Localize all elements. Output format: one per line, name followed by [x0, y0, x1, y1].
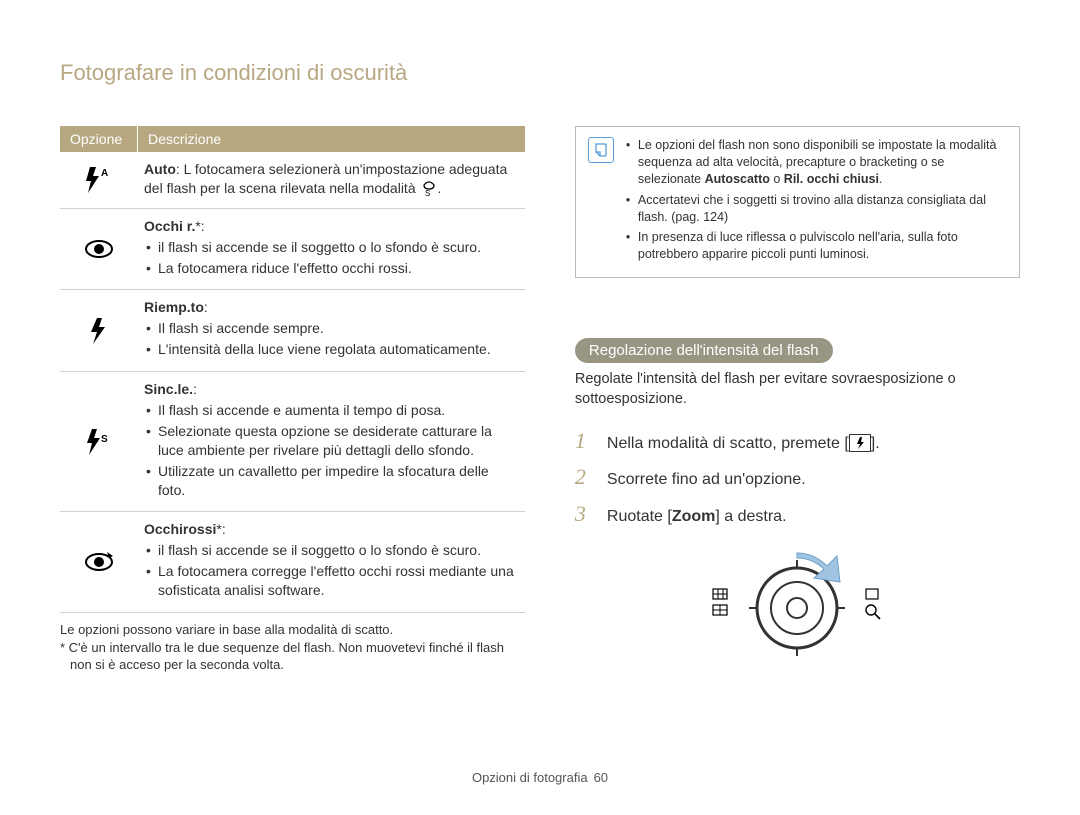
redeye-icon: [60, 209, 138, 290]
footnotes: Le opzioni possono variare in base alla …: [60, 621, 525, 674]
single-zoom-right-icon: [862, 583, 884, 623]
smart-mode-icon: S: [420, 181, 438, 197]
table-row: S Sinc.le.: Il flash si accende e aument…: [60, 372, 525, 512]
step-3: 3 Ruotate [Zoom] a destra.: [575, 501, 1020, 528]
zoom-dial-illustration: [575, 548, 1020, 658]
note-item: In presenza di luce riflessa o pulviscol…: [626, 229, 1007, 263]
page-footer: Opzioni di fotografia60: [0, 770, 1080, 785]
step-1: 1 Nella modalità di scatto, premete [ ].: [575, 428, 1020, 455]
sinc-desc: Sinc.le.: Il flash si accende e aumenta …: [138, 372, 525, 511]
flash-fill-icon: [60, 290, 138, 371]
table-row: Occhirossi*: il flash si accende se il s…: [60, 512, 525, 613]
step-2: 2 Scorrete fino ad un'opzione.: [575, 464, 1020, 491]
svg-text:S: S: [101, 434, 108, 445]
flash-slow-sync-icon: S: [60, 372, 138, 511]
occhirossi-desc: Occhirossi*: il flash si accende se il s…: [138, 512, 525, 612]
redeye-fix-icon: [60, 512, 138, 612]
table-row: Occhi r.*: il flash si accende se il sog…: [60, 209, 525, 291]
table-row: A Auto: L fotocamera selezionerà un'impo…: [60, 152, 525, 209]
steps-list: 1 Nella modalità di scatto, premete [ ].…: [575, 428, 1020, 528]
svg-text:A: A: [101, 168, 108, 179]
options-table-container: Opzione Descrizione A Auto: L fotocamera…: [60, 126, 525, 674]
table-row: Riemp.to: Il flash si accende sempre. L'…: [60, 290, 525, 372]
note-item: Accertatevi che i soggetti si trovino al…: [626, 192, 1007, 226]
note-icon: [588, 137, 614, 163]
flash-auto-icon: A: [60, 152, 138, 208]
th-description: Descrizione: [138, 126, 525, 152]
zoom-dial-icon: [742, 548, 852, 658]
subsection-title: Regolazione dell'intensità del flash: [575, 338, 833, 363]
riemp-desc: Riemp.to: Il flash si accende sempre. L'…: [138, 290, 525, 371]
page-title: Fotografare in condizioni di oscurità: [60, 60, 1020, 86]
grid-zoom-left-icon: [710, 583, 732, 623]
flash-key-icon: [849, 434, 871, 452]
svg-text:S: S: [425, 189, 430, 197]
auto-desc: Auto: L fotocamera selezionerà un'impost…: [138, 152, 525, 208]
note-box: Le opzioni del flash non sono disponibil…: [575, 126, 1020, 278]
th-option: Opzione: [60, 126, 138, 152]
section-intro: Regolate l'intensità del flash per evita…: [575, 369, 1020, 410]
occhi-r-desc: Occhi r.*: il flash si accende se il sog…: [138, 209, 525, 290]
note-item: Le opzioni del flash non sono disponibil…: [626, 137, 1007, 188]
